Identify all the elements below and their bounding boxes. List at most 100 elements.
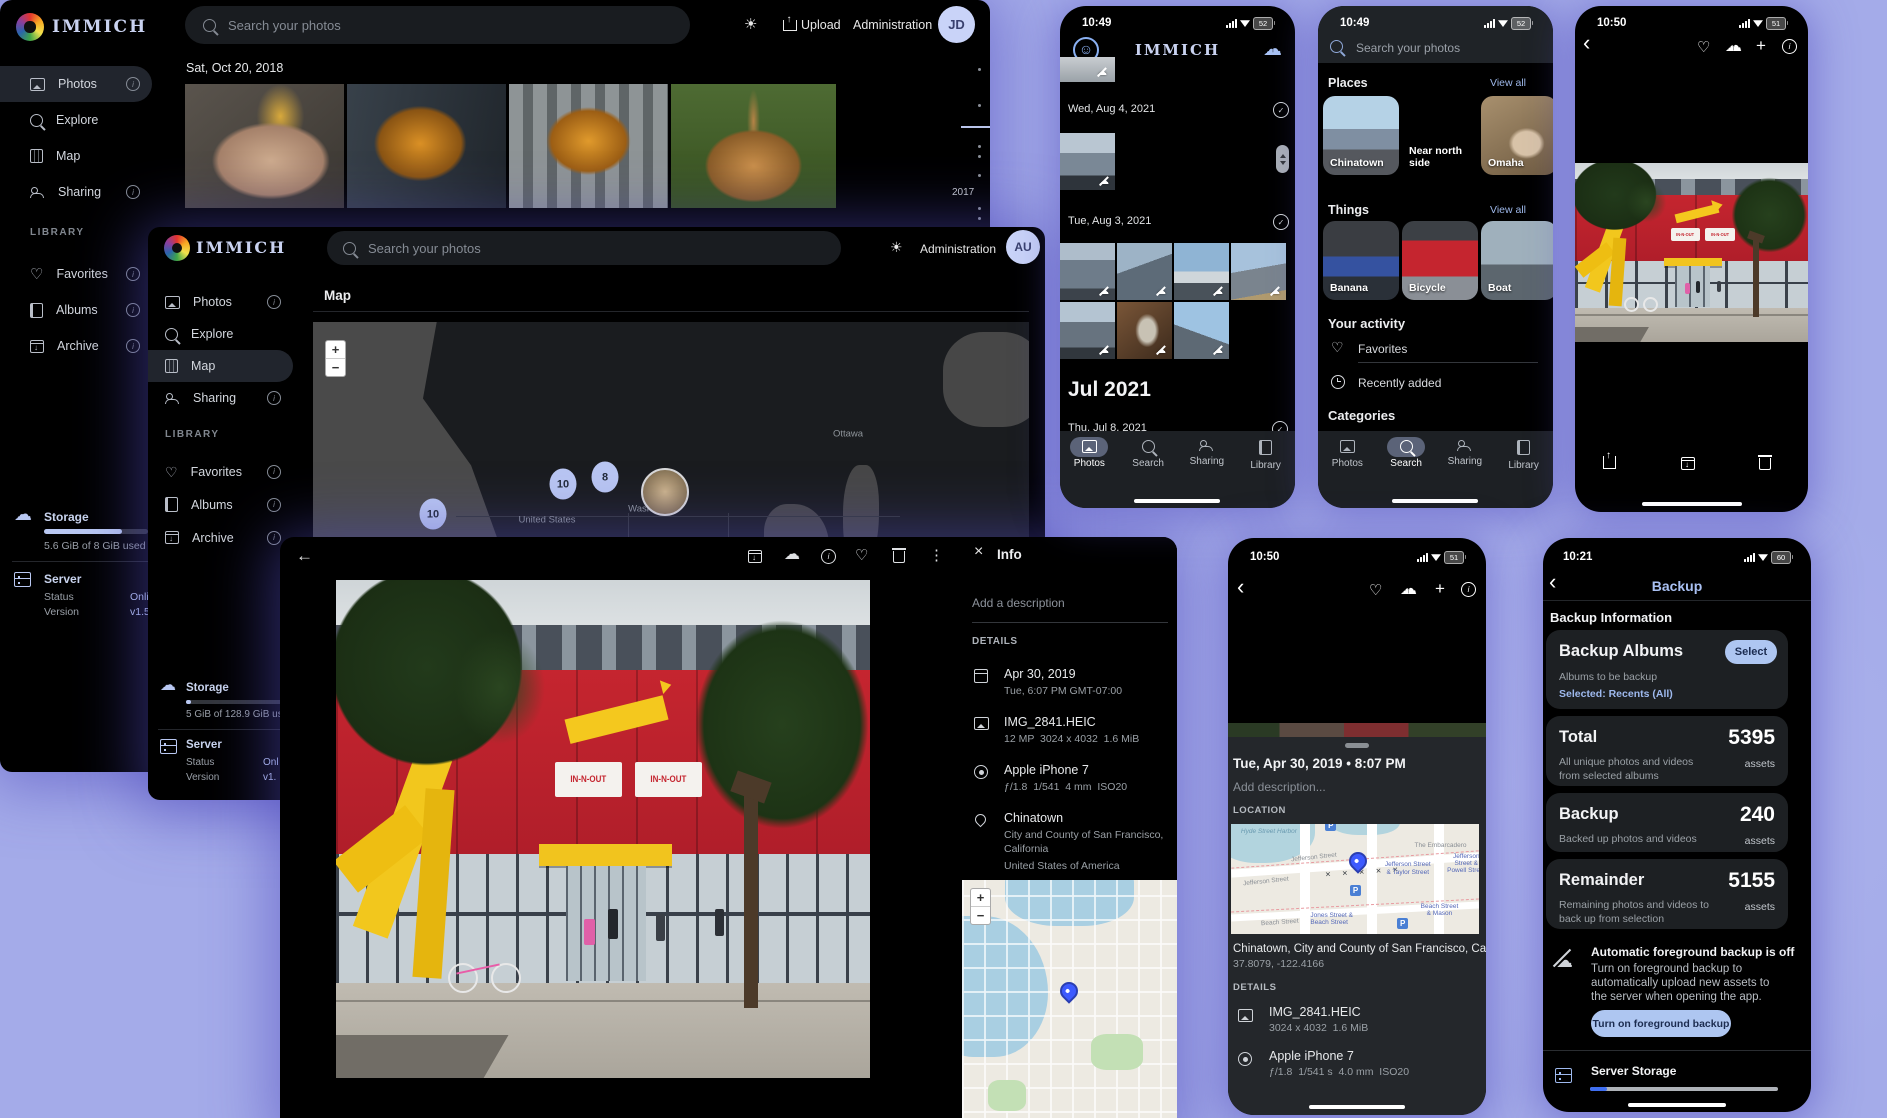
backup-cloud-icon[interactable] — [1263, 38, 1282, 61]
sidebar-item-photos[interactable]: Photos — [148, 286, 293, 318]
photo-thumbnail[interactable] — [1060, 57, 1115, 82]
theme-toggle-icon[interactable] — [744, 17, 757, 32]
sidebar-item-map[interactable]: Map — [148, 350, 293, 382]
add-icon[interactable] — [1756, 37, 1766, 54]
select-button[interactable]: Select — [1725, 640, 1777, 664]
sidebar-item-favorites[interactable]: Favorites — [0, 256, 152, 292]
thing-card[interactable]: Boat — [1481, 221, 1553, 300]
search-input[interactable]: Search your photos — [1356, 41, 1460, 55]
thing-card[interactable]: Banana — [1323, 221, 1399, 300]
trash-icon[interactable] — [893, 551, 905, 563]
more-options-icon[interactable] — [929, 548, 944, 563]
sidebar-item-explore[interactable]: Explore — [148, 318, 293, 350]
sidebar-item-albums[interactable]: Albums — [0, 292, 152, 328]
nav-sharing[interactable]: Sharing — [1437, 440, 1493, 467]
share-icon[interactable] — [1603, 456, 1616, 469]
search-input[interactable]: Search your photos — [327, 231, 841, 265]
upload-cloud-icon[interactable] — [1725, 36, 1742, 56]
search-input[interactable]: Search your photos — [185, 6, 690, 44]
home-indicator[interactable] — [1642, 502, 1742, 506]
photo-viewer-image[interactable]: IN-N-OUT IN-N-OUT — [1575, 163, 1808, 342]
detail-row-location[interactable]: Chinatown City and County of San Francis… — [974, 811, 1164, 874]
upload-button[interactable]: Upload — [801, 18, 841, 32]
archive-icon[interactable] — [1681, 457, 1695, 470]
turn-on-backup-button[interactable]: Turn on foreground backup — [1591, 1010, 1731, 1037]
nav-library[interactable]: Library — [1238, 440, 1294, 471]
avatar[interactable]: JD — [938, 6, 975, 43]
info-icon[interactable] — [1782, 39, 1797, 54]
sidebar-item-explore[interactable]: Explore — [0, 102, 152, 138]
activity-recently-added[interactable]: Recently added — [1358, 376, 1441, 390]
select-group-icon[interactable] — [1273, 214, 1289, 230]
map-cluster-marker[interactable]: 10 — [550, 469, 577, 500]
map-photo-marker[interactable] — [641, 468, 689, 516]
things-view-all[interactable]: View all — [1490, 204, 1526, 216]
thing-card[interactable]: Bicycle — [1402, 221, 1478, 300]
photo-thumbnail[interactable] — [1174, 302, 1229, 359]
sidebar-item-sharing[interactable]: Sharing — [0, 174, 152, 210]
avatar[interactable]: AU — [1006, 230, 1040, 264]
places-view-all[interactable]: View all — [1490, 77, 1526, 89]
nav-photos[interactable]: Photos — [1061, 440, 1117, 469]
photo-thumbnail[interactable] — [509, 84, 668, 208]
back-icon[interactable] — [1583, 32, 1590, 54]
description-input[interactable]: Add a description — [972, 596, 1065, 610]
sidebar-item-albums[interactable]: Albums — [148, 488, 293, 521]
photo-thumbnail[interactable] — [1117, 243, 1172, 300]
upload-cloud-icon[interactable] — [1400, 579, 1417, 599]
close-icon[interactable] — [974, 544, 983, 560]
photo-thumbnail[interactable] — [1231, 243, 1286, 300]
zoom-in-button[interactable]: + — [326, 341, 345, 359]
photo-thumbnail[interactable] — [1174, 243, 1229, 300]
nav-search[interactable]: Search — [1378, 440, 1434, 469]
timeline-scrubber-handle[interactable] — [961, 126, 990, 128]
info-map[interactable]: +− Leaflet | © OpenStreetMap — [962, 880, 1177, 1118]
add-icon[interactable] — [1435, 580, 1445, 597]
info-icon[interactable] — [1461, 582, 1476, 597]
nav-search[interactable]: Search — [1120, 440, 1176, 469]
photo-viewer-image[interactable]: IN-N-OUT IN-N-OUT — [336, 580, 870, 1078]
upload-icon[interactable] — [783, 20, 797, 31]
favorite-icon[interactable] — [855, 548, 868, 563]
favorite-icon[interactable] — [1697, 40, 1710, 55]
select-group-icon[interactable] — [1273, 102, 1289, 118]
zoom-out-button[interactable]: − — [971, 907, 990, 924]
home-indicator[interactable] — [1134, 499, 1220, 503]
sidebar-item-sharing[interactable]: Sharing — [148, 382, 293, 414]
nav-library[interactable]: Library — [1496, 440, 1552, 471]
home-indicator[interactable] — [1392, 499, 1478, 503]
photo-thumbnail[interactable] — [1117, 302, 1172, 359]
sidebar-item-archive[interactable]: Archive — [148, 521, 293, 554]
sidebar-item-map[interactable]: Map — [0, 138, 152, 174]
photo-sliver[interactable] — [1228, 723, 1486, 737]
map-cluster-marker[interactable]: 8 — [592, 462, 619, 493]
nav-sharing[interactable]: Sharing — [1179, 440, 1235, 467]
back-icon[interactable] — [1237, 576, 1244, 598]
photo-thumbnail[interactable] — [1060, 133, 1115, 190]
favorite-icon[interactable] — [1369, 583, 1382, 598]
nav-photos[interactable]: Photos — [1319, 440, 1375, 469]
theme-toggle-icon[interactable] — [890, 240, 903, 254]
photo-thumbnail[interactable] — [185, 84, 344, 208]
map-zoom-control[interactable]: +− — [970, 888, 991, 925]
place-card[interactable]: Omaha — [1481, 96, 1553, 175]
sidebar-item-archive[interactable]: Archive — [0, 328, 152, 364]
archive-icon[interactable] — [748, 550, 762, 563]
activity-favorites[interactable]: Favorites — [1358, 342, 1407, 356]
map-zoom-control[interactable]: +− — [325, 340, 346, 377]
sidebar-item-favorites[interactable]: Favorites — [148, 455, 293, 488]
place-card[interactable]: Chinatown — [1323, 96, 1399, 175]
place-card[interactable]: Near north side — [1402, 96, 1478, 175]
home-indicator[interactable] — [1309, 1105, 1405, 1109]
location-map[interactable]: Hyde Street Harbor Jefferson Street Jeff… — [1231, 824, 1479, 934]
photo-thumbnail[interactable] — [1060, 243, 1115, 300]
zoom-out-button[interactable]: − — [326, 359, 345, 376]
sheet-drag-handle[interactable] — [1345, 743, 1369, 748]
trash-icon[interactable] — [1759, 458, 1771, 470]
zoom-in-button[interactable]: + — [971, 889, 990, 907]
home-indicator[interactable] — [1628, 1103, 1726, 1107]
map-cluster-marker[interactable]: 10 — [420, 499, 447, 530]
timeline-scrubber[interactable] — [1276, 145, 1289, 173]
administration-link[interactable]: Administration — [853, 18, 932, 32]
administration-link[interactable]: Administration — [920, 242, 996, 256]
